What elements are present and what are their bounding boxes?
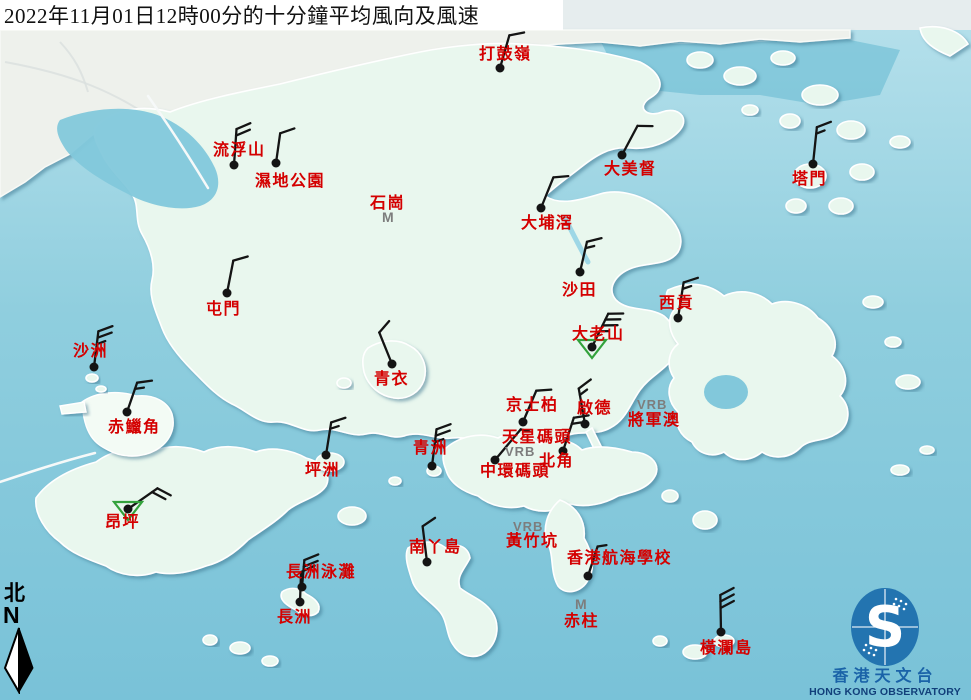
station-dot[interactable] (428, 462, 437, 471)
station-dot[interactable] (230, 161, 239, 170)
station-dot[interactable] (322, 451, 331, 460)
station-dot[interactable] (272, 159, 281, 168)
station-marker[interactable] (578, 313, 623, 358)
station-marker[interactable] (496, 32, 525, 72)
station-marker[interactable] (519, 390, 552, 427)
station-marker[interactable] (491, 429, 530, 464)
station-marker[interactable] (230, 123, 251, 169)
station-marker[interactable] (576, 238, 602, 276)
hko-logo-en: HONG KONG OBSERVATORY (805, 686, 965, 698)
station-dot[interactable] (298, 583, 307, 592)
station-dot[interactable] (223, 289, 232, 298)
station-marker[interactable] (674, 278, 698, 323)
station-marker[interactable] (618, 126, 653, 160)
station-dot[interactable] (296, 598, 305, 607)
map-title: 2022年11月01日12時00分的十分鐘平均風向及風速 (0, 0, 479, 30)
station-marker[interactable] (579, 380, 591, 429)
station-dot[interactable] (537, 204, 546, 213)
hko-logo-icon: S (848, 586, 922, 668)
station-marker[interactable] (379, 321, 396, 368)
station-dot[interactable] (581, 420, 590, 429)
station-dot[interactable] (423, 558, 432, 567)
station-dot[interactable] (559, 447, 568, 456)
station-dot[interactable] (809, 160, 818, 169)
north-letter: N (2, 604, 42, 626)
station-marker[interactable] (114, 488, 171, 520)
station-dot[interactable] (123, 408, 132, 417)
station-marker[interactable] (322, 418, 346, 460)
station-marker[interactable] (537, 176, 569, 212)
hko-logo-cjk: 香港天文台 (805, 668, 965, 686)
station-marker[interactable] (809, 122, 831, 169)
north-indicator: 北 N (2, 582, 42, 699)
title-bar: 2022年11月01日12時00分的十分鐘平均風向及風速 (0, 0, 563, 30)
station-marker[interactable] (90, 326, 113, 371)
station-dot[interactable] (618, 151, 627, 160)
station-marker[interactable] (272, 128, 295, 167)
station-dot[interactable] (491, 456, 500, 465)
station-dot[interactable] (388, 360, 397, 369)
station-marker[interactable] (423, 518, 436, 567)
station-marker[interactable] (223, 256, 248, 297)
station-dot[interactable] (496, 64, 505, 73)
station-dot[interactable] (584, 572, 593, 581)
station-dot[interactable] (717, 628, 726, 637)
hko-logo: S 香港天文台 HONG KONG OBSERVATORY (805, 586, 965, 698)
wind-map-screen: 打鼓嶺流浮山濕地公園石崗M大美督塔門大埔滘沙田西貢大老山屯門沙洲赤鱲角青衣京士柏… (0, 0, 971, 700)
station-marker[interactable] (584, 545, 607, 580)
north-cjk-label: 北 (2, 582, 42, 604)
station-dot[interactable] (674, 314, 683, 323)
compass-arrow-icon (2, 626, 38, 694)
station-marker[interactable] (428, 424, 451, 470)
station-dot[interactable] (124, 505, 133, 514)
station-marker[interactable] (717, 588, 734, 637)
station-dot[interactable] (519, 418, 528, 427)
station-dot[interactable] (576, 268, 585, 277)
station-dot[interactable] (90, 363, 99, 372)
station-dot[interactable] (588, 343, 597, 352)
station-marker[interactable] (123, 381, 152, 417)
